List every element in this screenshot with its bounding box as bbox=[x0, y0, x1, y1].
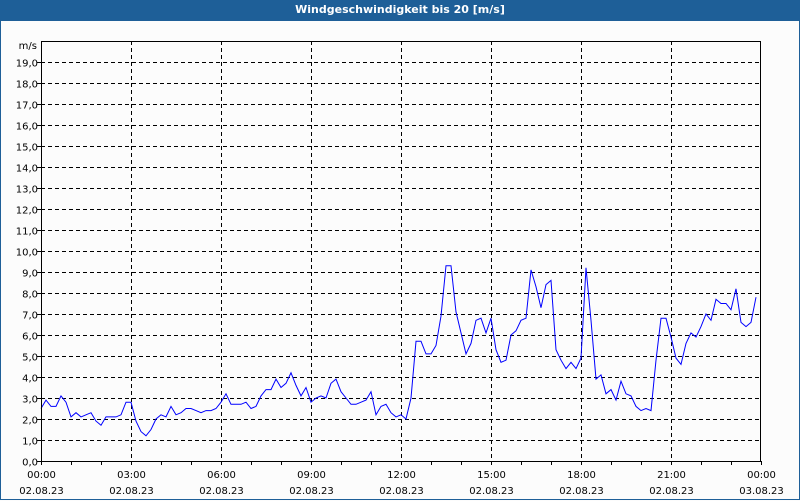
x-tick-date-label: 03.08.23 bbox=[739, 486, 784, 497]
y-tick-label: 1,0 bbox=[22, 437, 38, 448]
x-tick-date-label: 02.08.23 bbox=[109, 486, 154, 497]
x-tick-time-label: 00:00 bbox=[27, 470, 56, 481]
x-tick-time-label: 06:00 bbox=[207, 470, 236, 481]
x-tick-date-label: 02.08.23 bbox=[19, 486, 64, 497]
series-line-wind-speed bbox=[40, 265, 757, 437]
grid bbox=[41, 41, 761, 461]
wind-speed-chart: 0,0 1,0 2,0 3,0 4,0 5,0 6,0 7,0 8,0 9,0 10,0 11,0 12… bbox=[16, 41, 784, 497]
y-tick-label: 18,0 bbox=[16, 80, 38, 91]
x-tick-date-label: 02.08.23 bbox=[289, 486, 334, 497]
y-tick-label: 19,0 bbox=[16, 59, 38, 70]
y-tick-label: 16,0 bbox=[16, 122, 38, 133]
y-tick-label: 13,0 bbox=[16, 185, 38, 196]
x-tick-time-label: 18:00 bbox=[567, 470, 596, 481]
y-tick-label: 15,0 bbox=[16, 143, 38, 154]
y-tick-label: 4,0 bbox=[22, 374, 38, 385]
x-tick-time-label: 03:00 bbox=[117, 470, 146, 481]
y-tick-label: 17,0 bbox=[16, 101, 38, 112]
y-tick-label: 10,0 bbox=[16, 248, 38, 259]
x-tick-time-label: 09:00 bbox=[297, 470, 326, 481]
x-tick-time-label: 15:00 bbox=[477, 470, 506, 481]
chart-window: Windgeschwindigkeit bis 20 [m/s] 0,0 1,0 2… bbox=[0, 0, 800, 500]
x-tick-time-label: 21:00 bbox=[657, 470, 686, 481]
x-axis-ticks: 00:00 02.08.23 03:00 02.08.23 06:00 02.08.23 0… bbox=[19, 461, 784, 497]
y-axis-unit-label: m/s bbox=[19, 41, 37, 52]
y-axis-ticks: 0,0 1,0 2,0 3,0 4,0 5,0 6,0 7,0 8,0 9,0 10,0 11,0 12… bbox=[16, 59, 41, 469]
x-tick-date-label: 02.08.23 bbox=[469, 486, 514, 497]
x-tick-time-label: 12:00 bbox=[387, 470, 416, 481]
y-tick-label: 14,0 bbox=[16, 164, 38, 175]
y-tick-label: 3,0 bbox=[22, 395, 38, 406]
x-tick-date-label: 02.08.23 bbox=[559, 486, 604, 497]
y-tick-label: 11,0 bbox=[16, 227, 38, 238]
y-tick-label: 2,0 bbox=[22, 416, 38, 427]
x-tick-date-label: 02.08.23 bbox=[199, 486, 244, 497]
y-tick-label: 6,0 bbox=[22, 332, 38, 343]
y-tick-label: 0,0 bbox=[22, 458, 38, 469]
y-tick-label: 7,0 bbox=[22, 311, 38, 322]
y-tick-label: 8,0 bbox=[22, 290, 38, 301]
y-tick-label: 9,0 bbox=[22, 269, 38, 280]
y-tick-label: 5,0 bbox=[22, 353, 38, 364]
x-tick-date-label: 02.08.23 bbox=[379, 486, 424, 497]
x-tick-date-label: 02.08.23 bbox=[649, 486, 694, 497]
y-tick-label: 12,0 bbox=[16, 206, 38, 217]
x-tick-time-label: 00:00 bbox=[747, 470, 776, 481]
